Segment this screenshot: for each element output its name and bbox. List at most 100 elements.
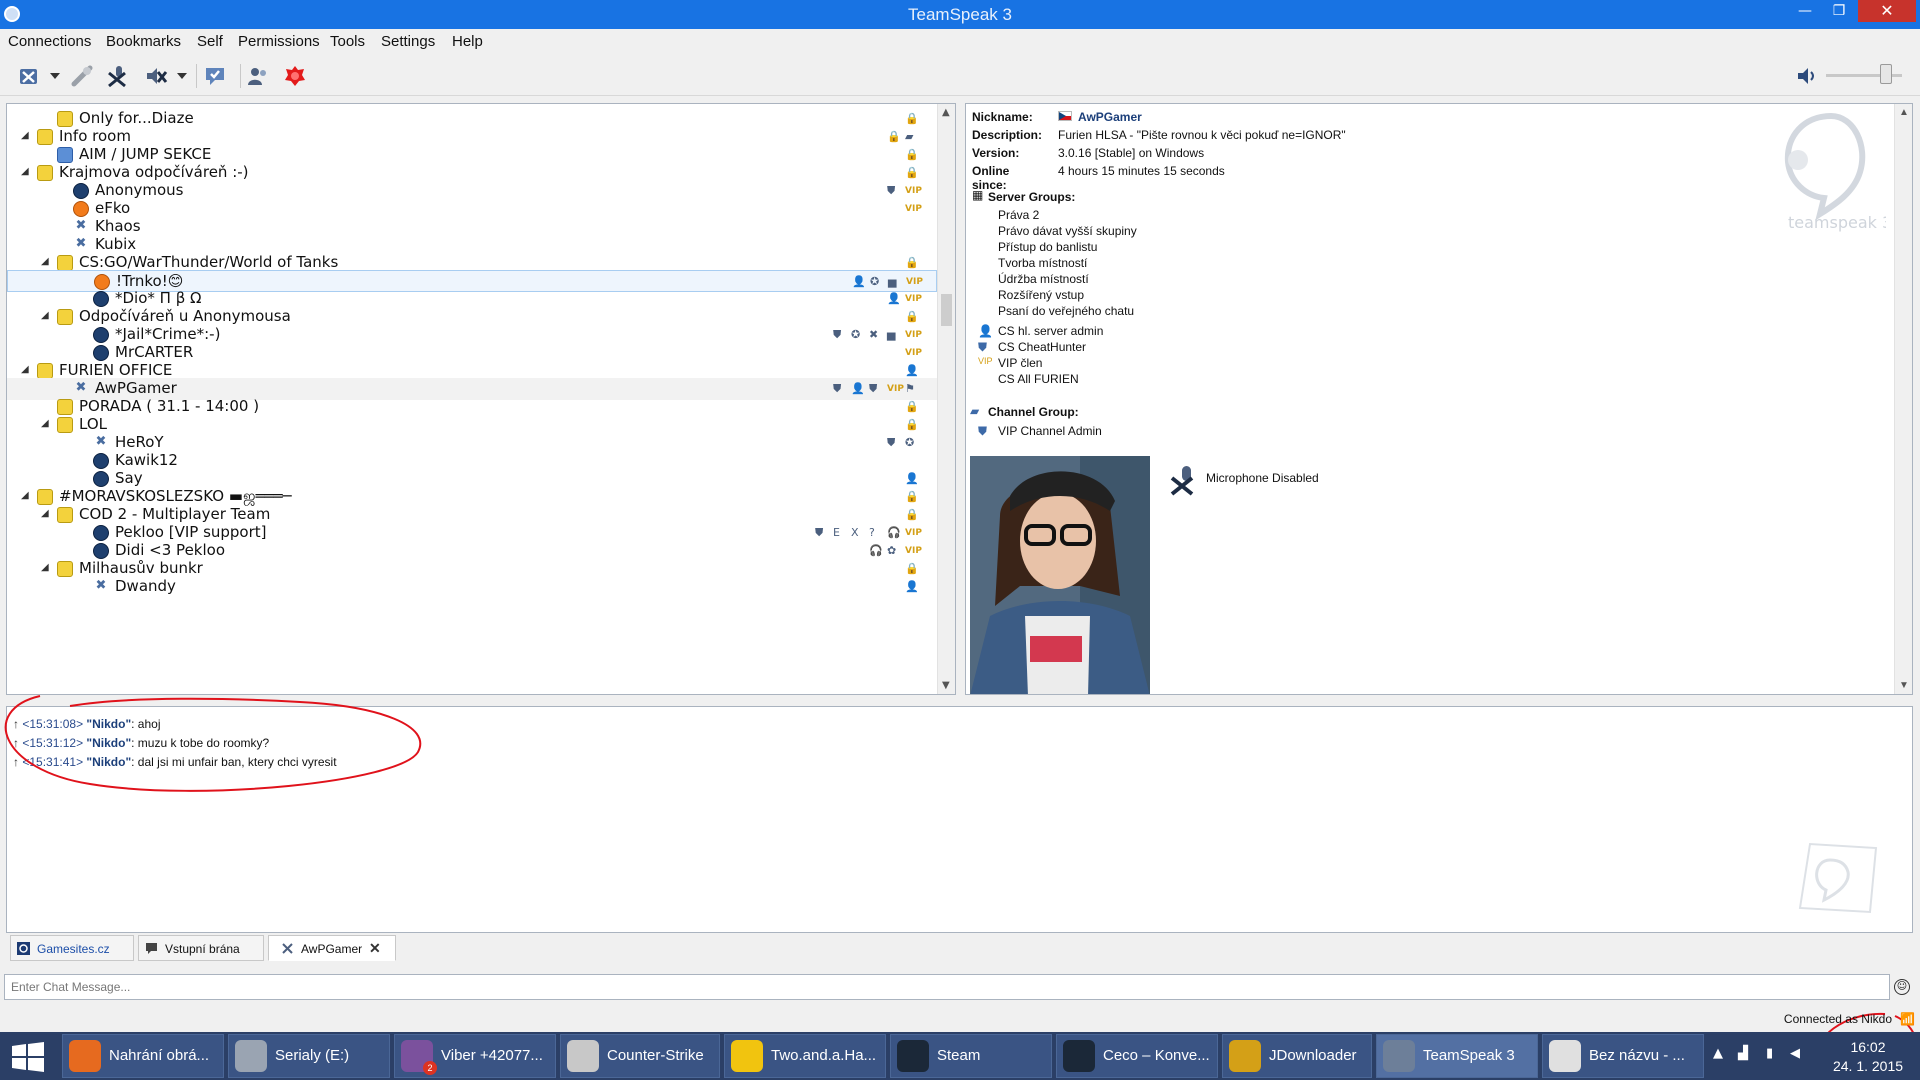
menu-permissions[interactable]: Permissions <box>238 33 320 50</box>
media-icon <box>731 1040 763 1072</box>
client-label: AwPGamer <box>95 379 177 397</box>
menu-help[interactable]: Help <box>452 33 483 50</box>
taskbar-button[interactable]: Counter-Strike <box>560 1034 720 1078</box>
taskbar-button[interactable]: TeamSpeak 3 <box>1376 1034 1538 1078</box>
taskbar-clock[interactable]: 16:02 24. 1. 2015 <box>1818 1038 1918 1076</box>
volume-slider-thumb[interactable] <box>1880 64 1892 84</box>
mute-dropdown-icon[interactable] <box>177 73 187 79</box>
lock-icon: 🔒 <box>905 418 919 431</box>
channel-icon <box>37 165 53 181</box>
maximize-button[interactable]: ❐ <box>1824 0 1854 22</box>
expand-arrow-icon[interactable]: ◢ <box>41 256 49 267</box>
headset-icon: 🎧 <box>887 526 901 539</box>
expand-arrow-icon[interactable]: ◢ <box>21 130 29 141</box>
taskbar-button[interactable]: JDownloader <box>1222 1034 1372 1078</box>
czech-flag-icon <box>1058 111 1072 121</box>
muted-client-icon: ✖ <box>95 434 107 449</box>
contacts-icon[interactable] <box>246 64 270 88</box>
chat-message: ↑ <15:31:12> "Nikdo": muzu k tobe do roo… <box>13 736 270 750</box>
expand-arrow-icon[interactable]: ◢ <box>41 418 49 429</box>
menu-bookmarks[interactable]: Bookmarks <box>106 33 181 50</box>
server-group-item: CS hl. server admin <box>998 324 1104 338</box>
taskbar-label: Counter-Strike <box>607 1047 704 1064</box>
tray-arrow-icon[interactable]: ▲ <box>1713 1046 1723 1061</box>
minimize-button[interactable]: — <box>1790 0 1820 22</box>
expand-arrow-icon[interactable]: ◢ <box>41 310 49 321</box>
admin-icon: 👤 <box>851 382 865 395</box>
person-icon: 👤 <box>905 580 919 593</box>
channel-label: PORADA ( 31.1 - 14:00 ) <box>79 397 260 415</box>
close-tab-icon[interactable]: ✕ <box>369 940 381 957</box>
taskbar-label: Ceco – Konve... <box>1103 1047 1210 1064</box>
avatar <box>970 456 1150 694</box>
taskbar-button[interactable]: Viber +42077... 2 <box>394 1034 556 1078</box>
client-label: HeRoY <box>115 433 164 451</box>
expand-arrow-icon[interactable]: ◢ <box>21 166 29 177</box>
channel-label: Milhausův bunkr <box>79 559 203 577</box>
badge-icon[interactable] <box>283 64 307 88</box>
client-label: Kubix <box>95 235 137 253</box>
channel-icon <box>57 255 73 271</box>
tab-awpgamer[interactable]: AwPGamer ✕ <box>268 935 396 961</box>
scroll-up-icon[interactable]: ▲ <box>1899 107 1909 118</box>
shield-icon: ⛊ <box>833 382 842 395</box>
close-button[interactable]: ✕ <box>1858 0 1916 22</box>
mute-speakers-icon[interactable] <box>144 64 168 88</box>
lock-icon: 🔒 <box>905 310 919 323</box>
tab-gamesites[interactable]: Gamesites.cz <box>10 935 134 961</box>
chat-input[interactable]: Enter Chat Message... <box>4 974 1890 1000</box>
window-title: TeamSpeak 3 <box>908 5 1012 24</box>
tree-scroll-thumb[interactable] <box>941 294 952 326</box>
info-scrollbar[interactable]: ▲ ▼ <box>1894 104 1912 694</box>
teamspeak-logo-watermark: teamspeak 3 <box>1784 112 1886 232</box>
expand-arrow-icon[interactable]: ◢ <box>41 508 49 519</box>
vip-icon: VIP <box>905 330 922 340</box>
vip-icon: VIP <box>905 528 922 538</box>
connect-icon[interactable] <box>17 64 41 88</box>
expand-arrow-icon[interactable]: ◢ <box>21 490 29 501</box>
expand-arrow-icon[interactable]: ◢ <box>21 364 29 375</box>
emoticon-icon[interactable]: ☺ <box>1894 979 1910 995</box>
channel-icon <box>57 399 73 415</box>
taskbar-button[interactable]: Two.and.a.Ha... <box>724 1034 886 1078</box>
flag-icon: ⚑ <box>905 382 915 395</box>
channel-icon <box>57 417 73 433</box>
channel-group-icon: ▰ <box>970 404 980 418</box>
channel-group-item: VIP Channel Admin <box>998 424 1102 438</box>
volume-icon[interactable] <box>1795 64 1819 88</box>
scroll-down-icon[interactable]: ▼ <box>1899 680 1909 691</box>
client-label: MrCARTER <box>115 343 194 361</box>
clock-time: 16:02 <box>1850 1039 1886 1055</box>
client-item[interactable]: ✖ Dwandy 👤 <box>7 576 937 598</box>
taskbar-label: Two.and.a.Ha... <box>771 1047 877 1064</box>
taskbar-button[interactable]: Bez názvu - ... <box>1542 1034 1704 1078</box>
teamspeak-icon <box>1383 1040 1415 1072</box>
windows-start-icon[interactable] <box>10 1042 46 1072</box>
tray-volume-icon[interactable]: ◀ <box>1790 1046 1800 1061</box>
scroll-up-icon[interactable]: ▲ <box>942 107 950 118</box>
menu-connections[interactable]: Connections <box>8 33 91 50</box>
menu-tools[interactable]: Tools <box>330 33 365 50</box>
taskbar-button[interactable]: Serialy (E:) <box>228 1034 390 1078</box>
expand-arrow-icon[interactable]: ◢ <box>41 562 49 573</box>
menu-settings[interactable]: Settings <box>381 33 435 50</box>
taskbar-button[interactable]: Nahrání obrá... <box>62 1034 224 1078</box>
taskbar-button[interactable]: Steam <box>890 1034 1052 1078</box>
tab-vstupni-brana[interactable]: Vstupní brána <box>138 935 264 961</box>
muted-client-icon: ✖ <box>95 578 107 593</box>
incoming-arrow-icon: ↑ <box>13 717 19 731</box>
online-value: 4 hours 15 minutes 15 seconds <box>1058 164 1225 178</box>
client-label: Pekloo [VIP support] <box>115 523 267 541</box>
tray-battery-icon[interactable]: ▮ <box>1766 1046 1773 1061</box>
disconnect-icon[interactable] <box>70 64 94 88</box>
menu-self[interactable]: Self <box>197 33 223 50</box>
taskbar-button[interactable]: Ceco – Konve... <box>1056 1034 1218 1078</box>
mute-microphone-icon[interactable] <box>106 64 130 88</box>
tree-scrollbar[interactable]: ▲ ▼ <box>937 104 955 694</box>
connect-dropdown-icon[interactable] <box>50 73 60 79</box>
away-icon[interactable] <box>203 64 227 88</box>
nickname-value: AwPGamer <box>1058 110 1142 124</box>
vip-icon: VIP <box>905 348 922 358</box>
tray-signal-icon[interactable]: ▟ <box>1738 1046 1748 1061</box>
scroll-down-icon[interactable]: ▼ <box>942 680 950 691</box>
